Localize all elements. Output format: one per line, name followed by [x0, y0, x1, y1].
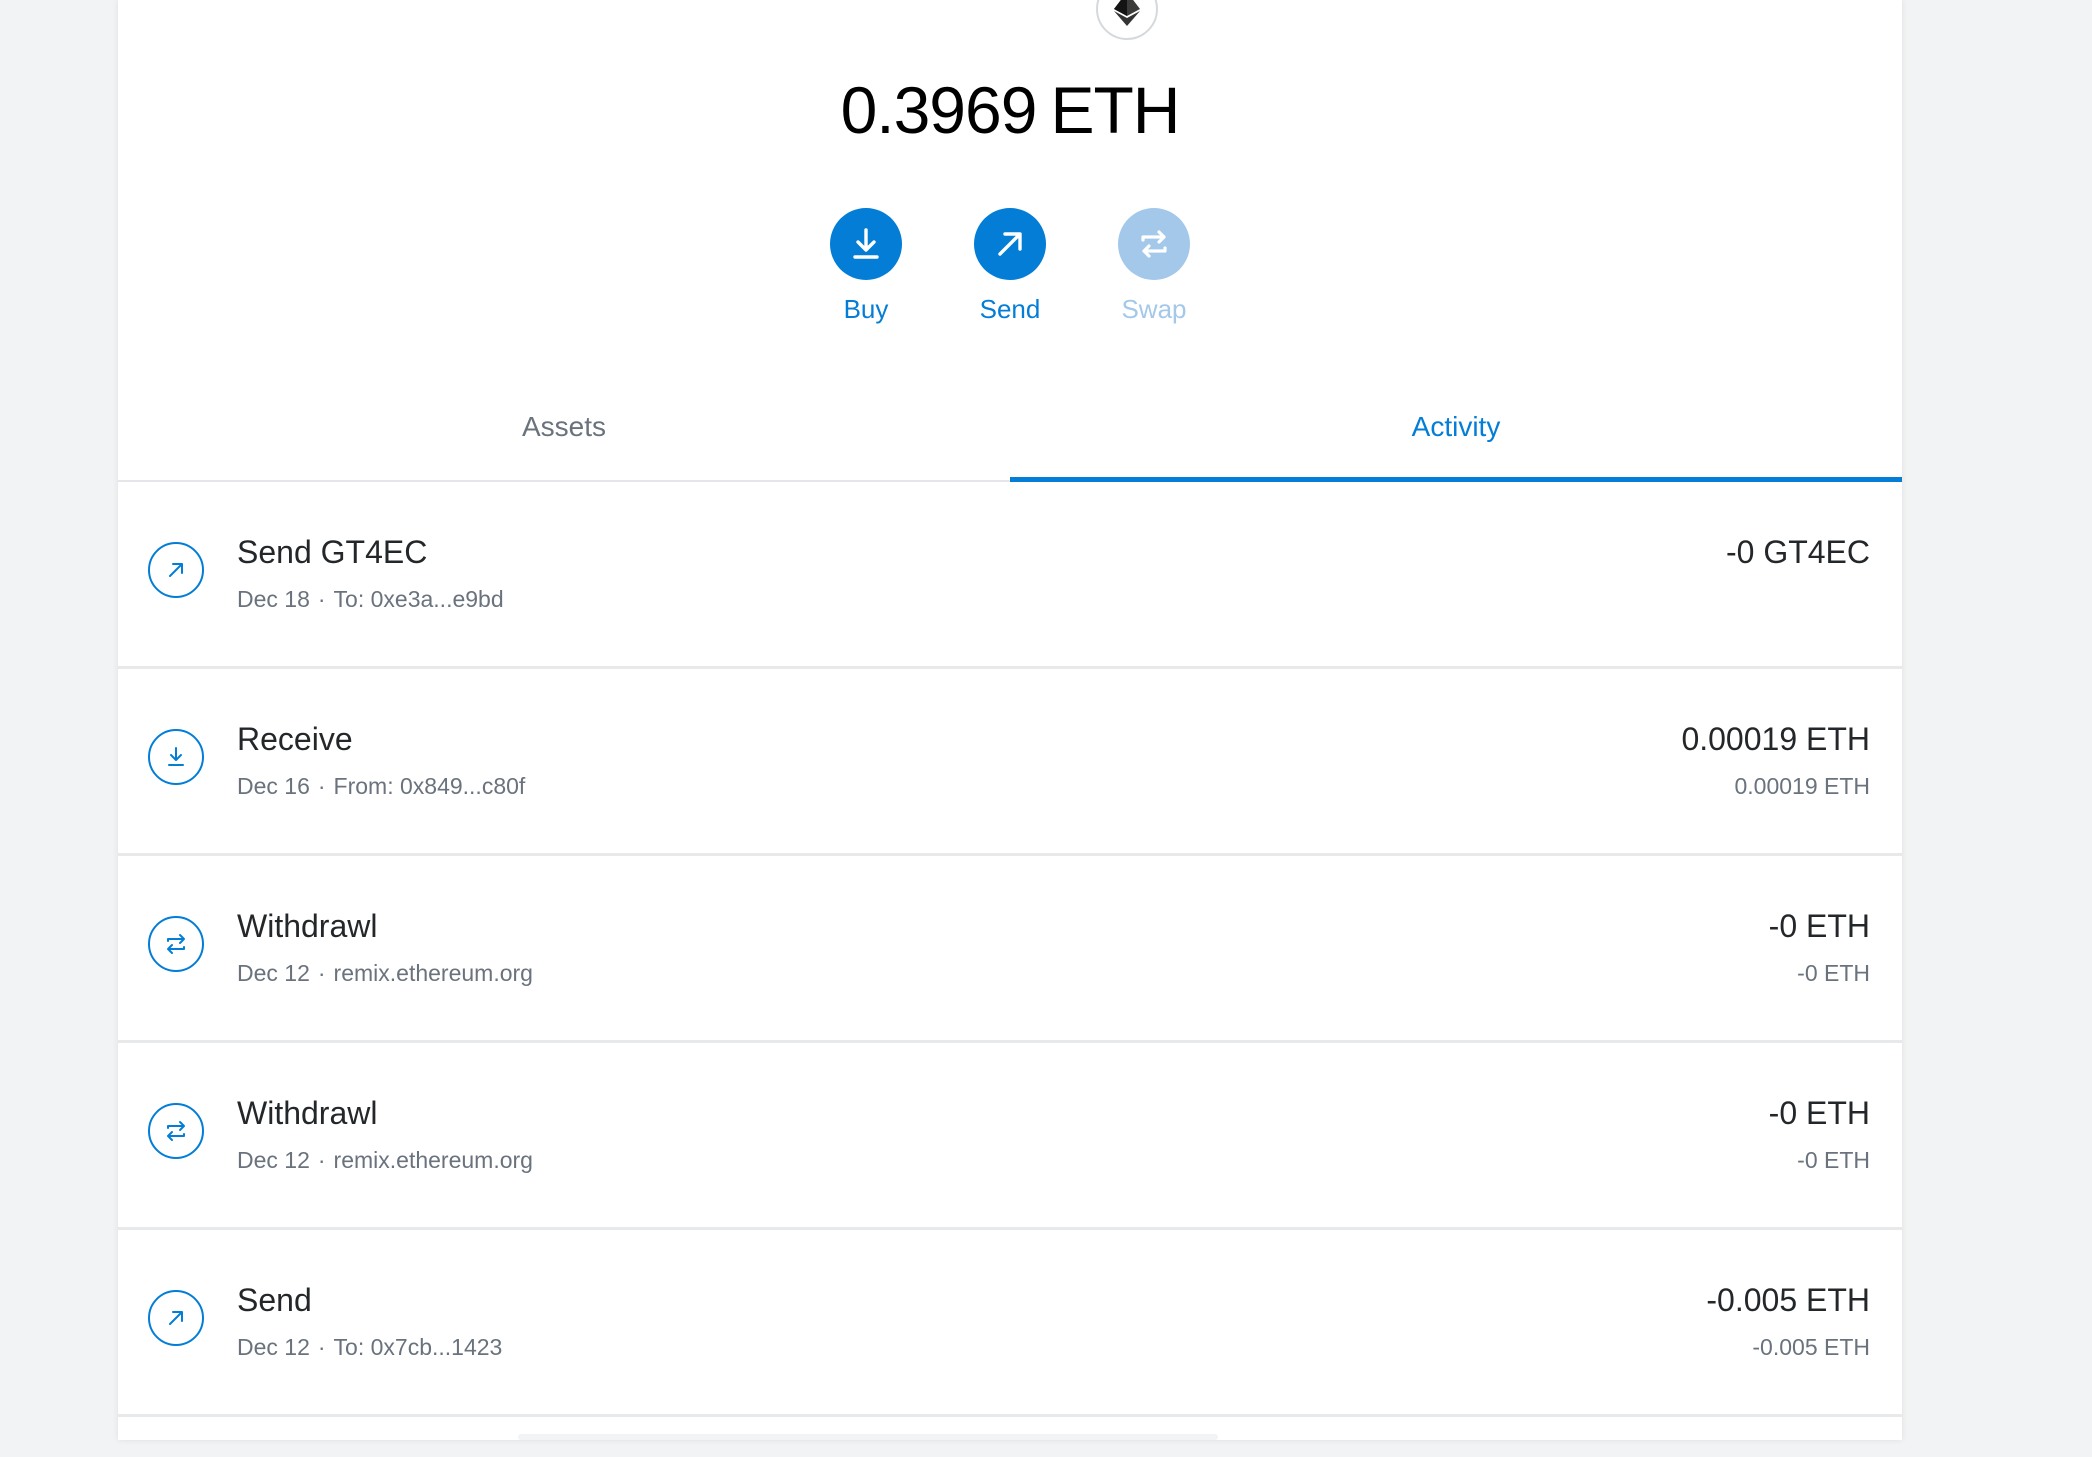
tx-detail: To: 0xe3a...e9bd [333, 586, 504, 612]
tx-title: Send GT4EC [237, 534, 428, 570]
tx-date: Dec 12 [237, 960, 310, 986]
swap-arrows-icon [148, 916, 204, 972]
tx-amount: -0.005 ETH [1706, 1282, 1870, 1318]
swap-arrows-icon [148, 1103, 204, 1159]
list-item[interactable]: Send GT4EC Dec 18 · To: 0xe3a...e9bd -0 GT… [118, 482, 1902, 669]
balance-value: 0.3969 [840, 73, 1038, 147]
separator: · [317, 1147, 326, 1173]
buy-label: Buy [843, 294, 889, 324]
send-button[interactable]: Send [938, 208, 1082, 325]
tx-detail: From: 0x849...c80f [333, 773, 526, 799]
separator: · [317, 1334, 326, 1360]
balance-display: 0.3969 ETH [118, 72, 1902, 148]
tx-detail: remix.ethereum.org [333, 1147, 533, 1173]
separator: · [317, 960, 326, 986]
tx-amount-secondary: 0.00019 ETH [1734, 773, 1870, 799]
buy-button[interactable]: Buy [794, 208, 938, 325]
tx-amount: -0 ETH [1768, 1095, 1870, 1131]
wallet-panel: 0.3969 ETH Buy Send Swap Assets Activity… [118, 0, 1902, 1440]
tab-bar: Assets Activity [118, 384, 1902, 482]
tx-subtitle: Dec 12 · To: 0x7cb...1423 [237, 1334, 502, 1361]
tx-subtitle: Dec 12 · remix.ethereum.org [237, 960, 533, 987]
send-label: Send [979, 294, 1041, 324]
transaction-list: Send GT4EC Dec 18 · To: 0xe3a...e9bd -0 GT… [118, 482, 1902, 1457]
balance-unit: ETH [1050, 73, 1180, 147]
tx-amount-secondary: -0 ETH [1797, 1147, 1870, 1173]
list-item[interactable]: Withdrawl Dec 12 · remix.ethereum.org -0 E… [118, 856, 1902, 1043]
separator: · [317, 773, 326, 799]
list-item[interactable]: Send Dec 12 · To: 0x7cb...1423 -0.005 ETH … [118, 1230, 1902, 1417]
tx-date: Dec 12 [237, 1147, 310, 1173]
arrow-up-right-icon [148, 542, 204, 598]
tx-title: Send [237, 1282, 312, 1318]
swap-arrows-icon [1118, 208, 1190, 280]
tx-title: Withdrawl [237, 1095, 378, 1131]
tx-amount: 0.00019 ETH [1681, 721, 1870, 757]
tx-title: Withdrawl [237, 908, 378, 944]
tab-activity[interactable]: Activity [1010, 384, 1902, 482]
tx-date: Dec 16 [237, 773, 310, 799]
tx-subtitle: Dec 16 · From: 0x849...c80f [237, 773, 525, 800]
tx-date: Dec 12 [237, 1334, 310, 1360]
wallet-actions: Buy Send Swap [118, 208, 1902, 325]
list-item[interactable]: Withdrawl Dec 12 · remix.ethereum.org -0 E… [118, 1043, 1902, 1230]
tx-amount-secondary: -0 ETH [1797, 960, 1870, 986]
arrow-up-right-icon [148, 1290, 204, 1346]
tx-subtitle: Dec 18 · To: 0xe3a...e9bd [237, 586, 504, 613]
tab-assets[interactable]: Assets [118, 384, 1010, 480]
download-icon [148, 729, 204, 785]
download-icon [830, 208, 902, 280]
swap-button[interactable]: Swap [1082, 208, 1226, 325]
separator: · [317, 586, 326, 612]
tx-detail: To: 0x7cb...1423 [333, 1334, 503, 1360]
tx-title: Receive [237, 721, 353, 757]
tx-amount: -0 ETH [1768, 908, 1870, 944]
scroll-indicator [518, 1434, 1218, 1440]
tx-date: Dec 18 [237, 586, 310, 612]
ethereum-logo-icon [1096, 0, 1158, 40]
tx-amount: -0 GT4EC [1725, 534, 1870, 570]
list-item[interactable]: Receive Dec 16 · From: 0x849...c80f 0.0001… [118, 669, 1902, 856]
tx-subtitle: Dec 12 · remix.ethereum.org [237, 1147, 533, 1174]
swap-label: Swap [1121, 294, 1187, 324]
arrow-up-right-icon [974, 208, 1046, 280]
tx-detail: remix.ethereum.org [333, 960, 533, 986]
tx-amount-secondary: -0.005 ETH [1752, 1334, 1870, 1360]
